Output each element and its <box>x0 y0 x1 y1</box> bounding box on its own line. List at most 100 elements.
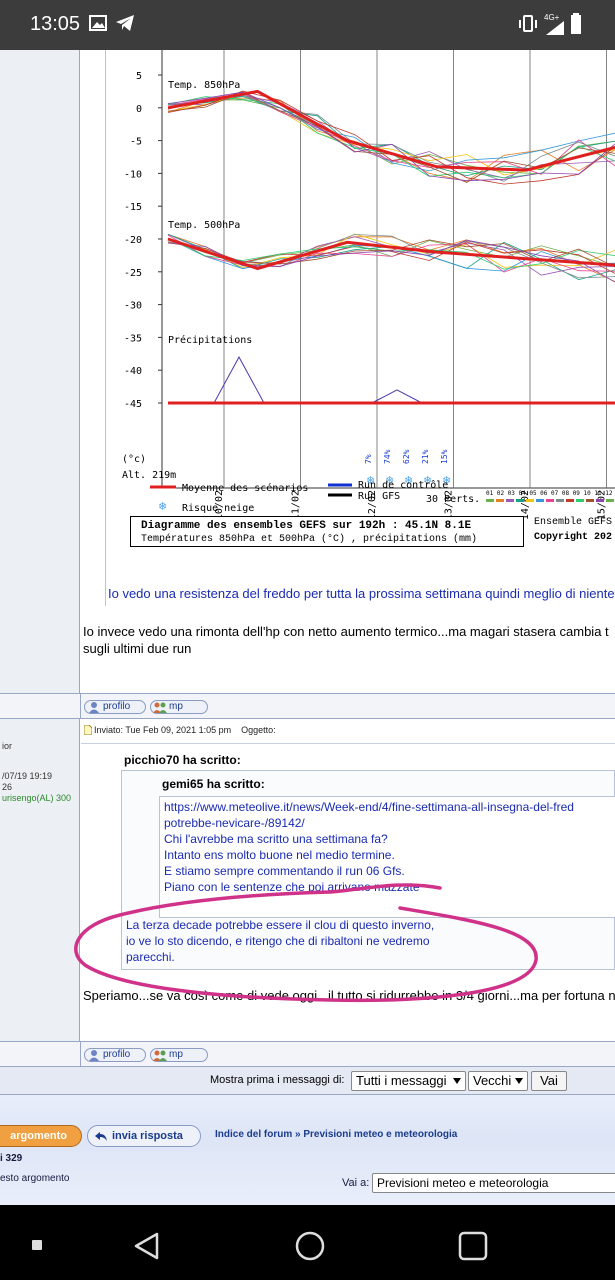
forum-footer: argomento invia risposta Indice del foru… <box>0 1095 615 1205</box>
post-meta: Inviato: Tue Feb 09, 2021 1:05 pm Oggett… <box>94 725 276 735</box>
legend-pert-swatch <box>496 499 504 502</box>
y-tick-label: -5 <box>130 137 142 148</box>
author-rank: ior <box>2 741 13 751</box>
chart-copyright: Copyright 202 <box>534 532 613 543</box>
y-tick-label: -10 <box>124 169 142 180</box>
pm-button[interactable]: mp <box>150 1048 208 1062</box>
ensemble-member-line <box>167 91 615 182</box>
precip-spike <box>371 389 423 404</box>
reply-button[interactable]: invia risposta <box>87 1125 201 1147</box>
legend-pert-swatch <box>516 499 524 502</box>
post-body-line: Io invece vedo una rimonta dell'hp con n… <box>83 624 609 639</box>
status-bar: 13:05 4G+ <box>0 0 615 50</box>
section-label: Temp. 500hPa <box>168 220 240 231</box>
legend-pert-swatch <box>526 499 534 502</box>
legend-pert-swatch <box>566 499 574 502</box>
chart-caption-box: Diagramme des ensembles GEFS sur 192h : … <box>130 516 524 547</box>
section-label: Précipitations <box>168 334 252 346</box>
post: 5 0 -5 -10 -15 -20 -25 -30 -35 -40 -45 (°c) Alt. 219… <box>81 50 615 693</box>
ensemble-member-line <box>167 237 615 272</box>
profile-label: profilo <box>103 1049 131 1060</box>
page-info: i 329 <box>0 1153 23 1164</box>
annotation-circle <box>74 883 538 1003</box>
mean-series-line <box>167 89 615 172</box>
profile-button[interactable]: profilo <box>84 700 146 714</box>
snow-risk-label: 74% <box>383 449 392 464</box>
y-tick-label: -30 <box>124 301 142 312</box>
y-tick-label: -45 <box>124 399 142 410</box>
ensemble-member-line <box>167 233 615 276</box>
post-footer-row: profilo mp <box>0 1041 615 1067</box>
chevron-down-icon <box>515 1078 523 1084</box>
breadcrumb[interactable]: Indice del forum » Previsioni meteo e me… <box>215 1129 457 1140</box>
reply-label: invia risposta <box>112 1130 183 1142</box>
messages-filter-select[interactable]: Tutti i messaggi <box>351 1071 466 1091</box>
legend-pert-swatch <box>506 499 514 502</box>
ensemble-member-line <box>167 234 615 282</box>
snow-risk-label: 15% <box>440 449 449 464</box>
users-icon <box>153 1050 167 1061</box>
pm-label: mp <box>169 1049 183 1060</box>
chart-caption-subtitle: Températures 850hPa et 500hPa (°C) , pré… <box>141 534 478 545</box>
y-tick-label: 5 <box>136 71 142 82</box>
pm-label: mp <box>169 701 183 712</box>
pm-button[interactable]: mp <box>150 700 208 714</box>
profile-label: profilo <box>103 701 131 712</box>
messages-filter-value: Tutti i messaggi <box>356 1073 447 1088</box>
recents-icon[interactable] <box>458 1231 488 1261</box>
user-icon <box>89 702 99 713</box>
precip-spike <box>213 356 265 404</box>
profile-button[interactable]: profilo <box>84 1048 146 1062</box>
post-author-column <box>0 50 80 693</box>
y-tick-label: -40 <box>124 366 142 377</box>
jump-to-select[interactable]: Previsioni meteo e meteorologia <box>372 1173 615 1193</box>
legend-mean-label: Moyenne des scénarios <box>182 482 308 494</box>
legend-control-label: Run de contrôle <box>358 479 448 491</box>
post-icon <box>84 725 92 735</box>
author-location: urisengo(AL) 300 <box>2 793 72 803</box>
y-tick-label: -20 <box>124 235 142 246</box>
vibrate-icon <box>519 15 537 32</box>
legend-pert-swatch <box>596 499 604 502</box>
ensemble-member-line <box>167 90 615 185</box>
altitude-label: Alt. 219m <box>122 470 176 481</box>
sort-order-select[interactable]: Vecchi <box>468 1071 528 1091</box>
legend-snow-label: Risque neige <box>182 503 254 514</box>
y-tick-label: -25 <box>124 268 142 279</box>
post-footer-row: profilo mp <box>0 693 615 719</box>
legend-pert-swatch <box>586 499 594 502</box>
ensemble-member-line <box>167 94 615 172</box>
divider <box>81 743 615 744</box>
author-join-date: /07/19 19:19 <box>2 771 53 781</box>
nested-quote-author: gemi65 ha scritto: <box>162 777 265 791</box>
quote-text: Io vedo una resistenza del freddo per tu… <box>108 586 615 601</box>
chart-caption-title: Diagramme des ensembles GEFS sur 192h : … <box>141 520 472 532</box>
reply-icon <box>95 1132 107 1141</box>
chart-quote-box: 5 0 -5 -10 -15 -20 -25 -30 -35 -40 -45 (°c) Alt. 219… <box>105 50 615 606</box>
go-button[interactable]: Vai <box>531 1071 567 1091</box>
y-tick-label: -15 <box>124 202 142 213</box>
jump-to-value: Previsioni meteo e meteorologia <box>377 1176 549 1190</box>
column-divider <box>80 694 81 718</box>
home-icon[interactable] <box>294 1230 326 1262</box>
status-time: 13:05 <box>30 13 81 35</box>
y-tick-label: -35 <box>124 333 142 344</box>
legend-pert-swatch <box>556 499 564 502</box>
back-icon[interactable] <box>132 1231 162 1261</box>
gallery-icon <box>89 15 107 31</box>
legend-pert-swatch <box>486 499 494 502</box>
telegram-icon <box>116 15 134 31</box>
legend-perts-label: 30 Perts. <box>426 494 480 505</box>
sort-label: Mostra prima i messaggi di: <box>210 1074 345 1086</box>
sort-order-value: Vecchi <box>473 1073 512 1088</box>
column-divider <box>80 1042 81 1066</box>
y-tick-label: 0 <box>136 104 142 115</box>
battery-icon <box>571 13 581 34</box>
y-unit-label: (°c) <box>122 454 146 465</box>
menu-dot-icon[interactable] <box>32 1240 42 1250</box>
signal-icon <box>546 21 564 35</box>
quote-line[interactable]: potrebbe-nevicare-/89142/ <box>164 815 305 831</box>
new-topic-button[interactable]: argomento <box>0 1125 82 1147</box>
topic-link[interactable]: esto argomento <box>0 1173 70 1184</box>
quote-line[interactable]: https://www.meteolive.it/news/Week-end/4… <box>164 799 574 815</box>
